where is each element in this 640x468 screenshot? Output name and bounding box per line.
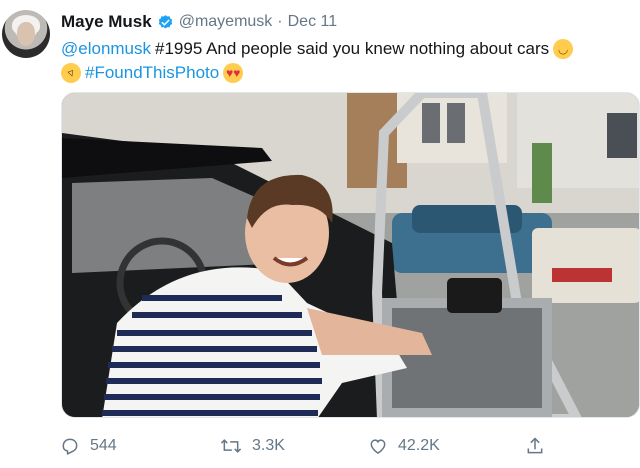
tweet-text: @elonmusk #1995 And people said you knew… <box>58 37 631 86</box>
share-button[interactable] <box>525 432 545 460</box>
tweet-body-text: #1995 And people said you knew nothing a… <box>155 39 550 58</box>
like-button[interactable]: 42.2K <box>368 432 440 460</box>
share-icon <box>527 437 543 454</box>
tweet-photo[interactable] <box>61 92 640 418</box>
photo-illustration <box>62 93 639 417</box>
separator-dot: · <box>277 13 283 30</box>
retweet-button[interactable]: 3.3K <box>220 432 285 460</box>
tweet-text-line-2: ▿ #FoundThisPhoto ♥♥ <box>58 60 631 86</box>
heart-eyes-emoji-icon: ♥♥ <box>223 63 244 83</box>
tweet-text-line-1: @elonmusk #1995 And people said you knew… <box>61 37 631 61</box>
tweet-date[interactable]: Dec 11 <box>288 13 338 31</box>
avatar[interactable] <box>2 10 50 58</box>
tweet-header: Maye Musk @mayemusk · Dec 11 <box>61 11 337 33</box>
retweet-icon <box>220 439 242 453</box>
reply-button[interactable]: 544 <box>60 432 117 460</box>
smirking-face-emoji-icon: ◡ <box>553 39 574 59</box>
verified-badge-icon <box>157 14 174 31</box>
hashtag-link[interactable]: #FoundThisPhoto <box>85 61 219 85</box>
mention-link[interactable]: @elonmusk <box>61 37 151 61</box>
tweet-card[interactable]: Maye Musk @mayemusk · Dec 11 @elonmusk #… <box>0 0 640 468</box>
heart-icon <box>370 439 386 454</box>
retweet-count: 3.3K <box>252 437 285 454</box>
reply-count: 544 <box>90 437 117 454</box>
like-count: 42.2K <box>398 437 440 454</box>
reply-icon <box>62 438 78 455</box>
user-handle[interactable]: @mayemusk <box>179 13 273 31</box>
display-name[interactable]: Maye Musk <box>61 12 152 32</box>
tweet-actions: 544 3.3K 42.2K <box>60 432 560 460</box>
rolling-on-floor-laughing-emoji-icon: ▿ <box>58 60 84 86</box>
avatar-face <box>17 22 35 46</box>
